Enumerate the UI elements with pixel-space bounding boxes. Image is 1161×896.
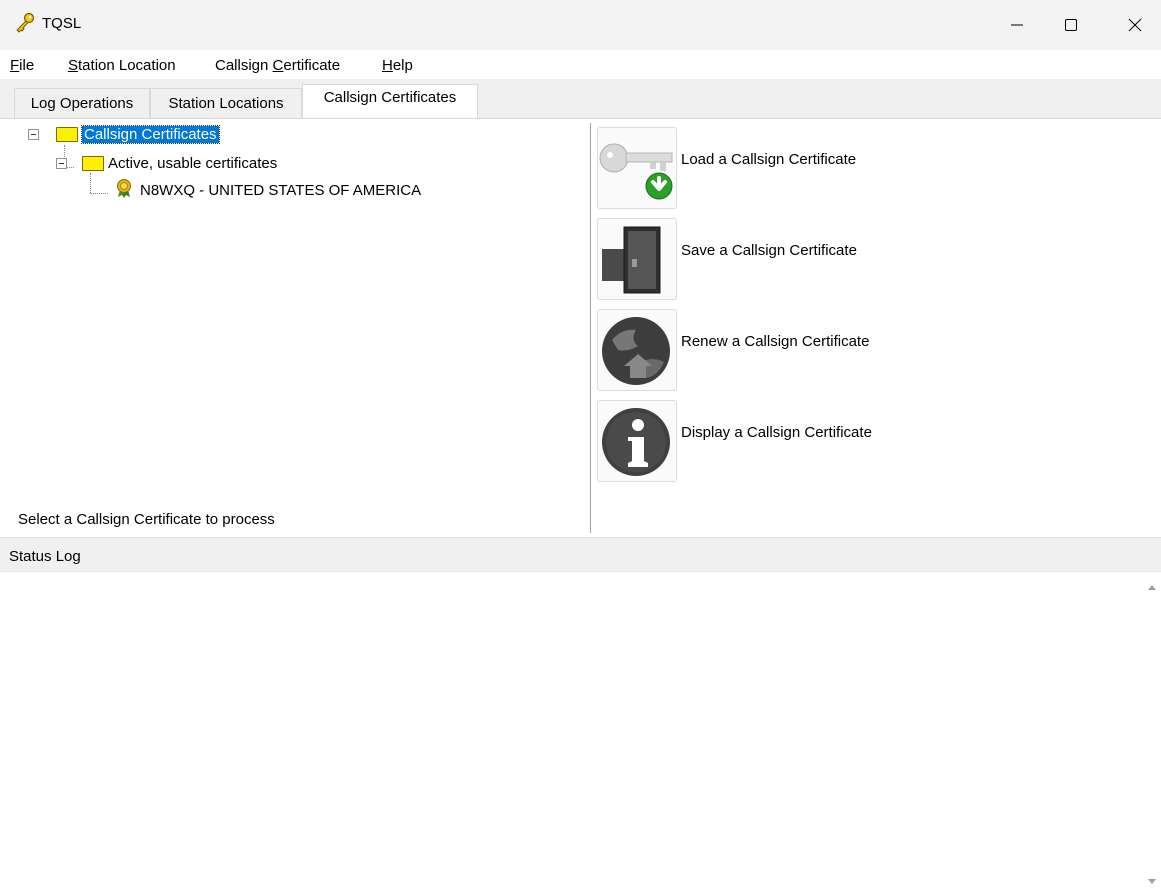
tree-connector	[90, 193, 108, 194]
menu-help[interactable]: Help	[382, 57, 413, 74]
menu-file[interactable]: File	[10, 57, 34, 74]
tab-station-locations[interactable]: Station Locations	[150, 88, 302, 118]
certificate-ribbon-icon	[114, 178, 134, 202]
tab-strip: Log Operations Station Locations Callsig…	[0, 80, 1161, 120]
save-certificate-label[interactable]: Save a Callsign Certificate	[681, 242, 857, 259]
renew-globe-icon	[602, 317, 670, 385]
close-button[interactable]	[1112, 0, 1158, 50]
save-certificate-button[interactable]	[597, 218, 677, 300]
tree-node-certificate[interactable]: N8WXQ - UNITED STATES OF AMERICA	[114, 179, 421, 201]
tree-connector	[90, 173, 91, 193]
display-certificate-button[interactable]	[597, 400, 677, 482]
menu-station-location[interactable]: Station Location	[68, 57, 176, 74]
display-certificate-label[interactable]: Display a Callsign Certificate	[681, 424, 872, 441]
renew-certificate-button[interactable]	[597, 309, 677, 391]
tree-node-group-label: Active, usable certificates	[108, 154, 278, 172]
tree-node-certificate-label: N8WXQ - UNITED STATES OF AMERICA	[140, 181, 422, 199]
tab-log-operations[interactable]: Log Operations	[14, 88, 150, 118]
instruction-text: Select a Callsign Certificate to process	[18, 511, 275, 528]
info-icon	[602, 408, 670, 476]
scroll-down-arrow-icon[interactable]	[1146, 875, 1158, 887]
folder-icon	[82, 155, 104, 171]
load-certificate-button[interactable]	[597, 127, 677, 209]
title-bar: TQSL	[0, 0, 1161, 50]
minimize-button[interactable]	[994, 0, 1040, 50]
load-certificate-label[interactable]: Load a Callsign Certificate	[681, 151, 856, 168]
load-key-icon	[599, 143, 673, 200]
tree-node-root-label: Callsign Certificates	[81, 124, 220, 144]
collapse-root-icon[interactable]	[28, 129, 39, 140]
tab-callsign-certificates[interactable]: Callsign Certificates	[302, 84, 478, 120]
panel-divider[interactable]	[590, 123, 591, 533]
certificate-tree[interactable]: Callsign Certificates Active, usable cer…	[0, 119, 590, 537]
menu-bar: File Station Location Callsign Certifica…	[0, 50, 1161, 80]
status-log-area[interactable]	[0, 571, 1161, 896]
status-log-title: Status Log	[9, 548, 81, 565]
tree-node-active-group[interactable]: Active, usable certificates	[82, 152, 277, 174]
scroll-up-arrow-icon[interactable]	[1146, 580, 1158, 592]
maximize-button[interactable]	[1048, 0, 1094, 50]
menu-callsign-certificate[interactable]: Callsign Certificate	[215, 57, 340, 74]
folder-icon	[56, 126, 78, 142]
window-title: TQSL	[42, 15, 82, 32]
renew-certificate-label[interactable]: Renew a Callsign Certificate	[681, 333, 869, 350]
collapse-group-icon[interactable]	[56, 158, 67, 169]
save-door-icon	[602, 226, 661, 294]
key-icon	[14, 12, 36, 34]
certificates-panel: Callsign Certificates Active, usable cer…	[0, 118, 1161, 536]
tree-node-root[interactable]: Callsign Certificates	[56, 123, 220, 145]
status-log-header: Status Log	[0, 537, 1161, 571]
